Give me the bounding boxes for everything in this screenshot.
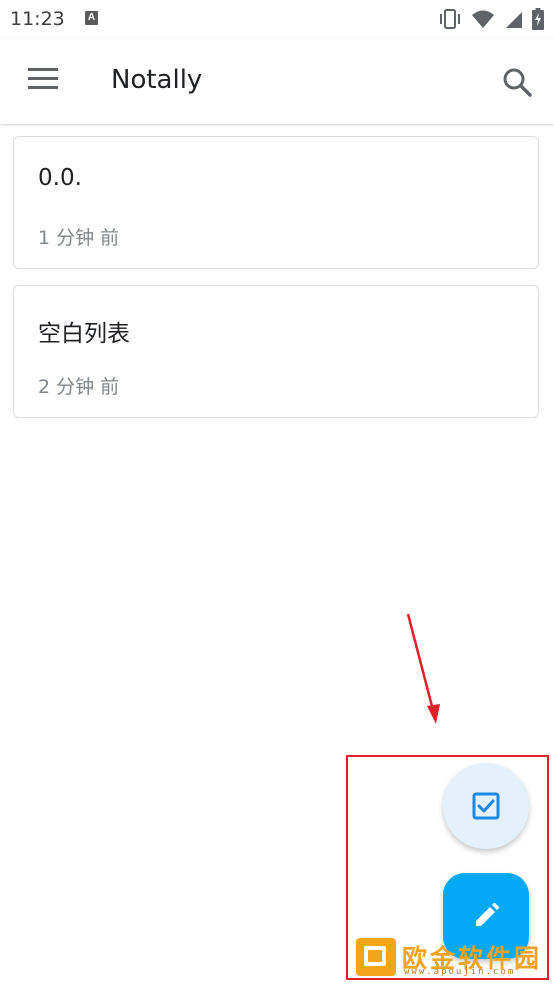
status-time: 11:23 (10, 8, 65, 30)
note-card[interactable]: 0.0. 1 分钟 前 (13, 136, 539, 269)
note-timestamp: 2 分钟 前 (38, 376, 120, 398)
app-bar: Notally (0, 38, 554, 124)
signal-icon (505, 12, 522, 28)
checklist-icon (472, 792, 500, 820)
pencil-icon (476, 902, 500, 926)
search-icon[interactable] (500, 65, 534, 99)
notification-icon: A (85, 11, 98, 25)
note-timestamp: 1 分钟 前 (38, 227, 120, 249)
status-bar: 11:23 A (0, 0, 554, 38)
menu-icon[interactable] (28, 68, 58, 90)
note-title: 0.0. (38, 165, 82, 191)
watermark: 欧金软件园 www.apoujin.com (350, 935, 550, 980)
note-card[interactable]: 空白列表 2 分钟 前 (13, 285, 539, 418)
watermark-url: www.apoujin.com (404, 967, 516, 977)
new-list-button[interactable] (443, 763, 529, 849)
note-title: 空白列表 (38, 321, 130, 347)
vibrate-icon (439, 9, 460, 29)
wifi-icon (472, 10, 495, 28)
annotation-arrow (406, 613, 440, 724)
battery-charging-icon (532, 8, 544, 30)
app-title: Notally (111, 65, 203, 95)
watermark-logo-icon (356, 938, 396, 976)
status-icons (433, 8, 544, 30)
